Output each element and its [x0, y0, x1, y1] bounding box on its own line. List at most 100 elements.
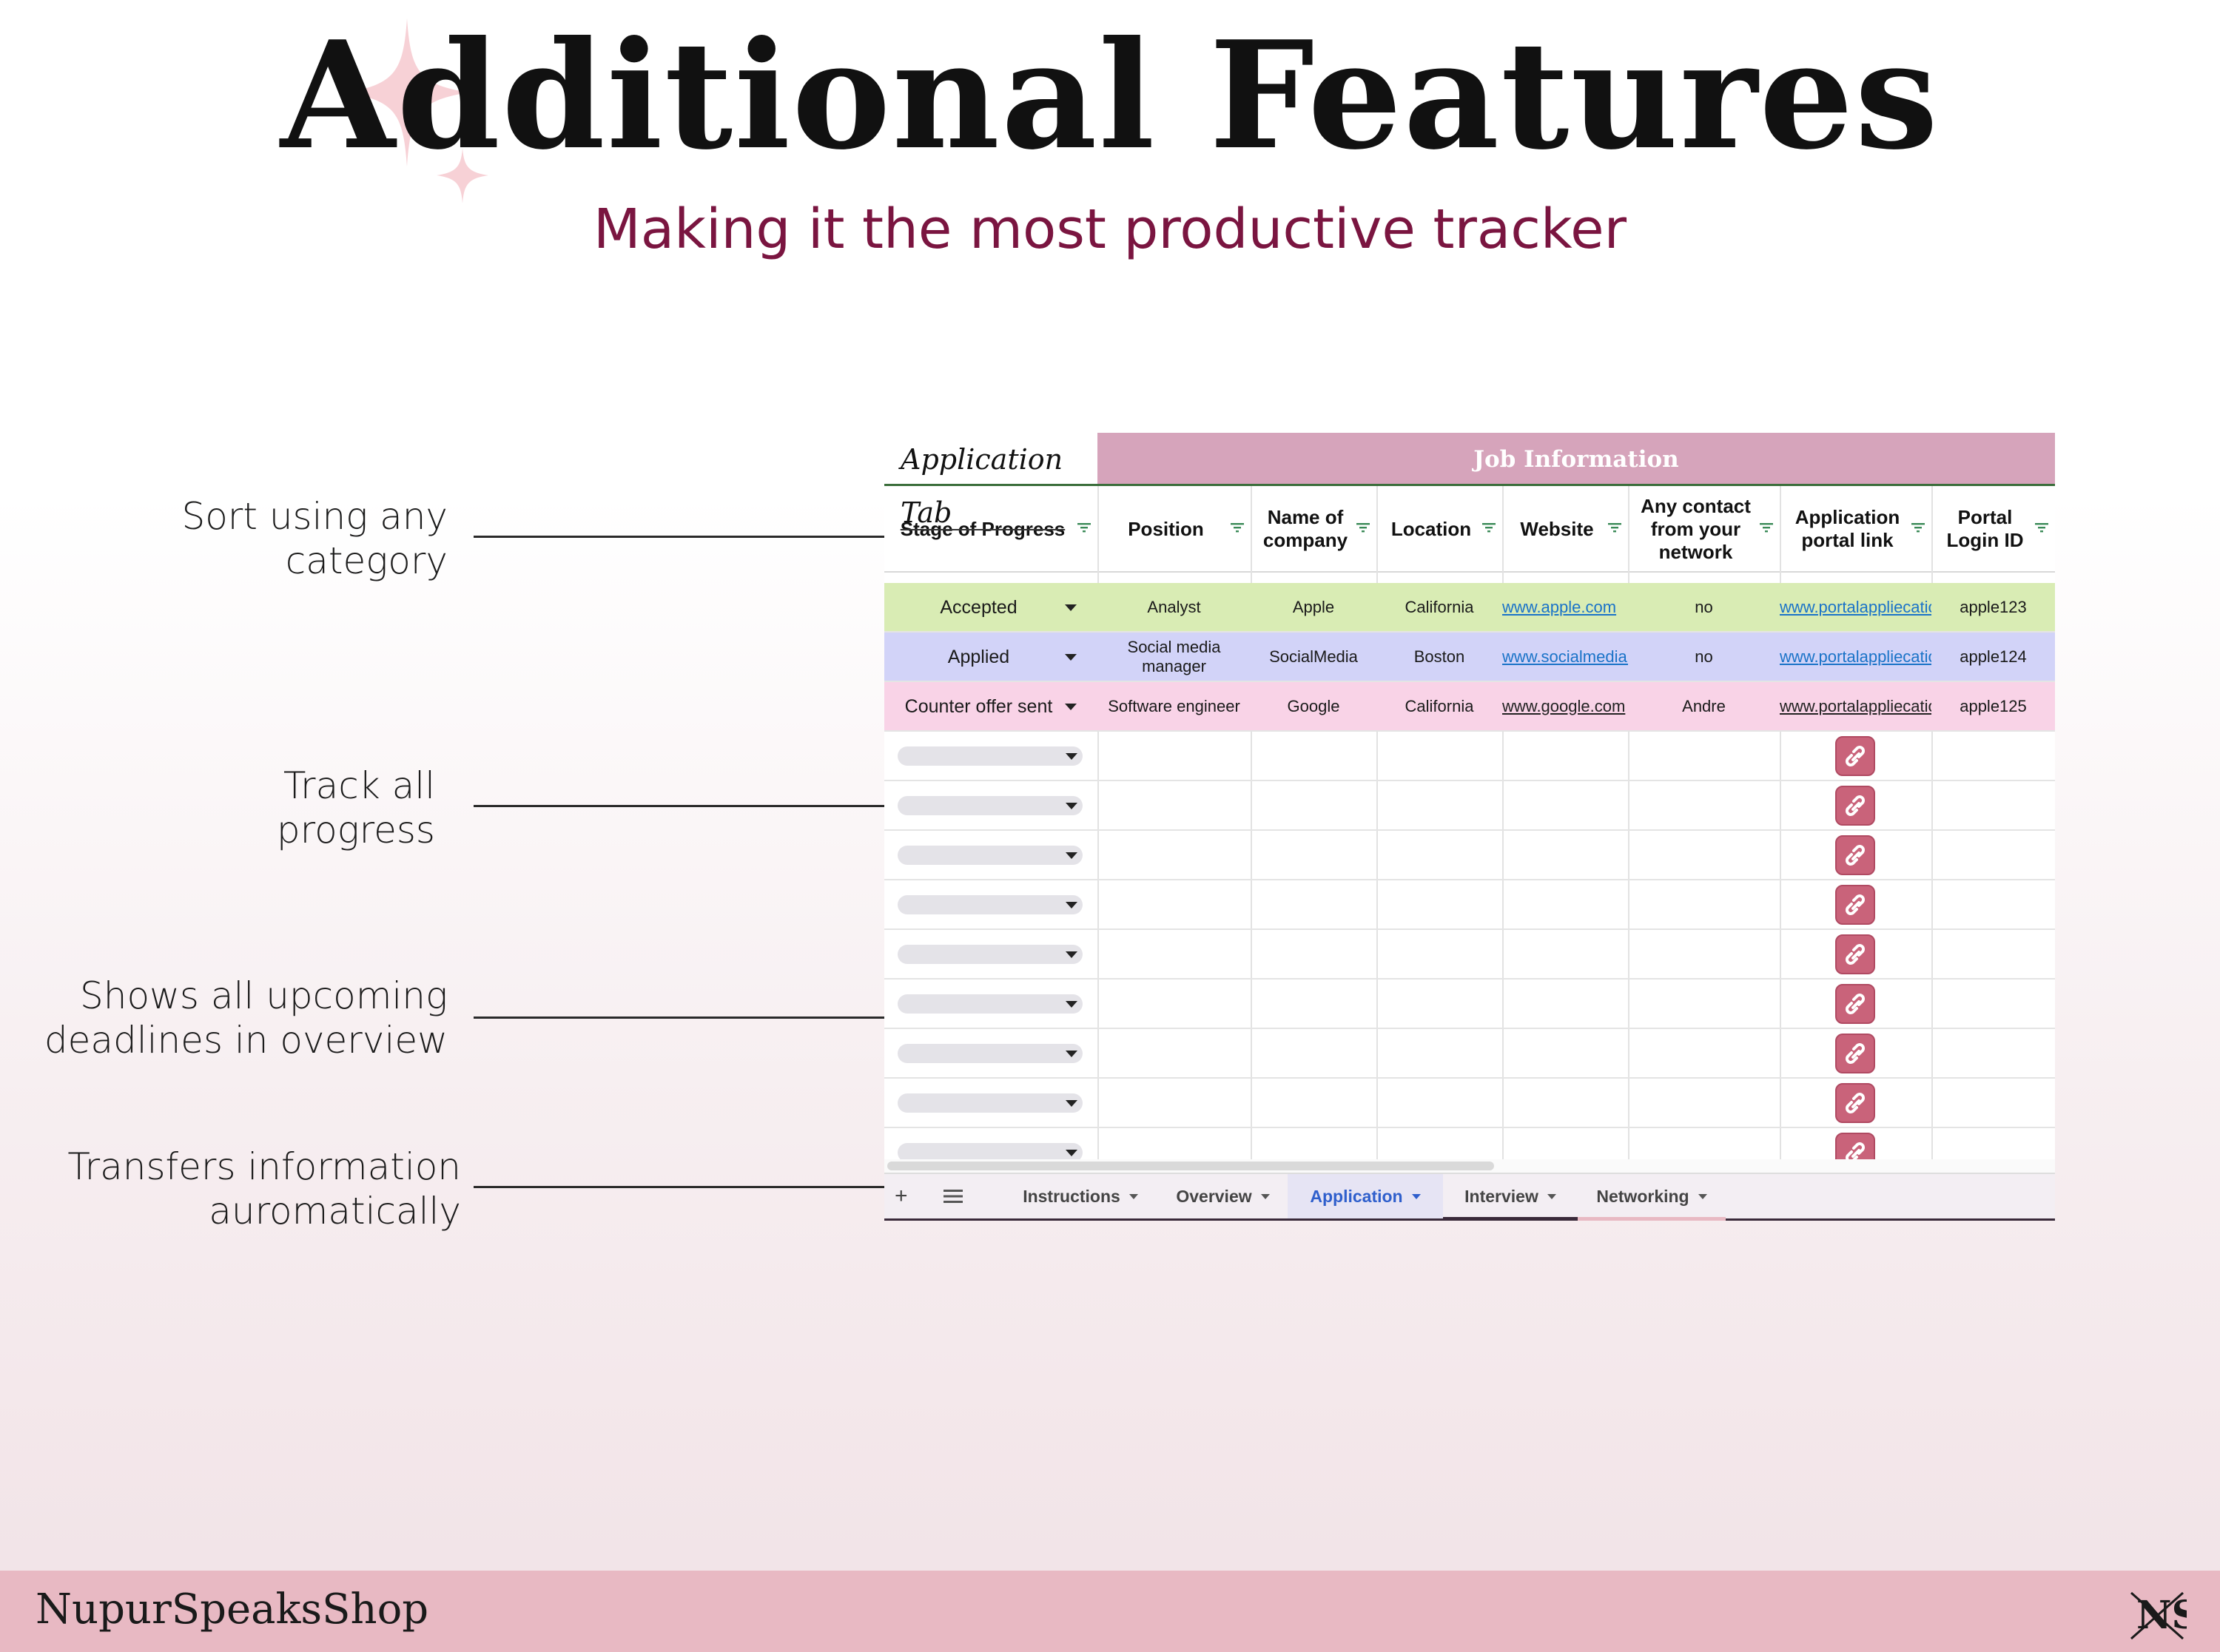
callout-sort-line1: Sort using any [181, 495, 448, 538]
filter-icon[interactable] [2034, 520, 2049, 535]
empty-row [884, 732, 2055, 781]
empty-row [884, 930, 2055, 980]
filter-icon[interactable] [1759, 520, 1774, 535]
table-row: Accepted Analyst Apple California www.apple.… [884, 583, 2055, 633]
stage-dropdown[interactable]: Counter offer sent [884, 682, 1097, 730]
callout-track-line2: progress [276, 809, 435, 852]
stage-dropdown-empty[interactable] [898, 796, 1083, 815]
cell-position: Analyst [1147, 597, 1201, 616]
chevron-down-icon[interactable] [1066, 902, 1077, 908]
chevron-down-icon[interactable] [1066, 951, 1077, 958]
brand-logo-n: NS [2136, 1593, 2187, 1638]
empty-row [884, 1029, 2055, 1079]
filter-icon[interactable] [1911, 520, 1925, 535]
chevron-down-icon[interactable] [1260, 1193, 1270, 1199]
chevron-down-icon[interactable] [1128, 1193, 1138, 1199]
chain-link-icon[interactable] [1835, 1034, 1875, 1073]
plus-icon[interactable]: + [895, 1174, 908, 1218]
cell-website[interactable]: www.apple.com [1502, 583, 1628, 631]
cell-website[interactable]: www.socialmedia.c [1502, 633, 1628, 681]
chevron-down-icon[interactable] [1066, 852, 1077, 859]
chevron-down-icon[interactable] [1066, 1051, 1077, 1057]
header-divider [884, 571, 2055, 573]
empty-row [884, 880, 2055, 930]
tab-instructions[interactable]: Instructions [1003, 1174, 1158, 1218]
column-header-website[interactable]: Website [1502, 486, 1628, 572]
column-header-position[interactable]: Position [1097, 486, 1251, 572]
tab-networking[interactable]: Networking [1578, 1174, 1726, 1221]
scrollbar-thumb[interactable] [887, 1162, 1494, 1170]
chain-link-icon[interactable] [1835, 984, 1875, 1024]
filter-icon[interactable] [1607, 520, 1622, 535]
page-title: Additional Features [280, 9, 1940, 183]
cell-network-contact: Andre [1682, 696, 1726, 715]
chevron-down-icon[interactable] [1066, 1001, 1077, 1008]
tab-label: Application [1310, 1186, 1403, 1206]
stage-dropdown-empty[interactable] [898, 746, 1083, 766]
cell-portal-link[interactable]: www.portalappliecation. [1780, 633, 1931, 681]
column-header-portal-link[interactable]: Application portal link [1780, 486, 1931, 572]
chevron-down-icon[interactable] [1066, 803, 1077, 809]
tab-label: Overview [1176, 1186, 1252, 1206]
cell-location: Boston [1413, 647, 1465, 666]
chain-link-icon[interactable] [1835, 736, 1875, 776]
stage-dropdown-empty[interactable] [898, 1044, 1083, 1063]
callout-sort: Sort using any category [74, 494, 448, 583]
stage-dropdown[interactable]: Accepted [884, 583, 1097, 631]
column-header-company[interactable]: Name of company [1251, 486, 1376, 572]
cell-website[interactable]: www.google.com [1502, 682, 1628, 730]
callout-sort-line2: category [285, 539, 448, 582]
cell-company: SocialMedia [1269, 647, 1358, 666]
column-header-network-contact[interactable]: Any contact from your network [1628, 486, 1780, 572]
tab-label: Interview [1464, 1186, 1538, 1206]
tab-interview[interactable]: Interview [1443, 1174, 1578, 1221]
callout-deadlines-line2: deadlines in overview [44, 1019, 448, 1062]
chain-link-icon[interactable] [1835, 1083, 1875, 1123]
stage-dropdown-empty[interactable] [898, 1093, 1083, 1113]
chevron-down-icon[interactable] [1698, 1193, 1707, 1199]
chain-link-icon[interactable] [1835, 885, 1875, 925]
filter-icon[interactable] [1481, 520, 1496, 535]
cell-portal-link[interactable]: www.portalappliecation. [1780, 583, 1931, 631]
cell-portal-login: apple123 [1960, 597, 2027, 616]
stage-dropdown[interactable]: Applied [884, 633, 1097, 681]
empty-row [884, 831, 2055, 880]
horizontal-scrollbar[interactable] [884, 1159, 2055, 1173]
cell-location: California [1405, 696, 1474, 715]
hamburger-menu-icon[interactable] [944, 1174, 963, 1218]
chevron-down-icon[interactable] [1411, 1193, 1421, 1199]
filter-icon[interactable] [1077, 520, 1092, 535]
filter-icon[interactable] [1356, 520, 1370, 535]
tab-application[interactable]: Application [1288, 1174, 1443, 1218]
filter-icon[interactable] [1230, 520, 1245, 535]
stage-dropdown-empty[interactable] [898, 994, 1083, 1014]
chevron-down-icon[interactable] [1066, 1150, 1077, 1156]
chain-link-icon[interactable] [1835, 786, 1875, 826]
chevron-down-icon[interactable] [1065, 654, 1077, 661]
tab-overview[interactable]: Overview [1166, 1174, 1280, 1218]
column-header-portal-login[interactable]: Portal Login ID [1931, 486, 2055, 572]
column-header-location[interactable]: Location [1376, 486, 1502, 572]
cell-portal-link[interactable]: www.portalappliecation. [1780, 682, 1931, 730]
stage-dropdown-empty[interactable] [898, 846, 1083, 865]
cell-location: California [1405, 597, 1474, 616]
chevron-down-icon[interactable] [1066, 1100, 1077, 1107]
chevron-down-icon[interactable] [1065, 604, 1077, 611]
callout-deadlines-line1: Shows all upcoming [80, 974, 448, 1017]
cell-network-contact: no [1695, 597, 1713, 616]
page-subtitle: Making it the most productive tracker [593, 198, 1627, 261]
chevron-down-icon[interactable] [1066, 753, 1077, 760]
cell-position: Software engineer [1108, 696, 1240, 715]
chevron-down-icon[interactable] [1065, 704, 1077, 710]
cell-company: Apple [1292, 597, 1335, 616]
chain-link-icon[interactable] [1835, 934, 1875, 974]
slide: Additional Features Making it the most p… [0, 0, 2220, 1652]
chevron-down-icon[interactable] [1547, 1193, 1556, 1199]
stage-dropdown-empty[interactable] [898, 945, 1083, 964]
empty-row [884, 781, 2055, 831]
stage-dropdown-empty[interactable] [898, 895, 1083, 914]
stage-value: Accepted [940, 596, 1018, 618]
column-header-stage-of-progress[interactable]: Stage of Progress [884, 486, 1097, 572]
empty-row [884, 1079, 2055, 1128]
chain-link-icon[interactable] [1835, 835, 1875, 875]
